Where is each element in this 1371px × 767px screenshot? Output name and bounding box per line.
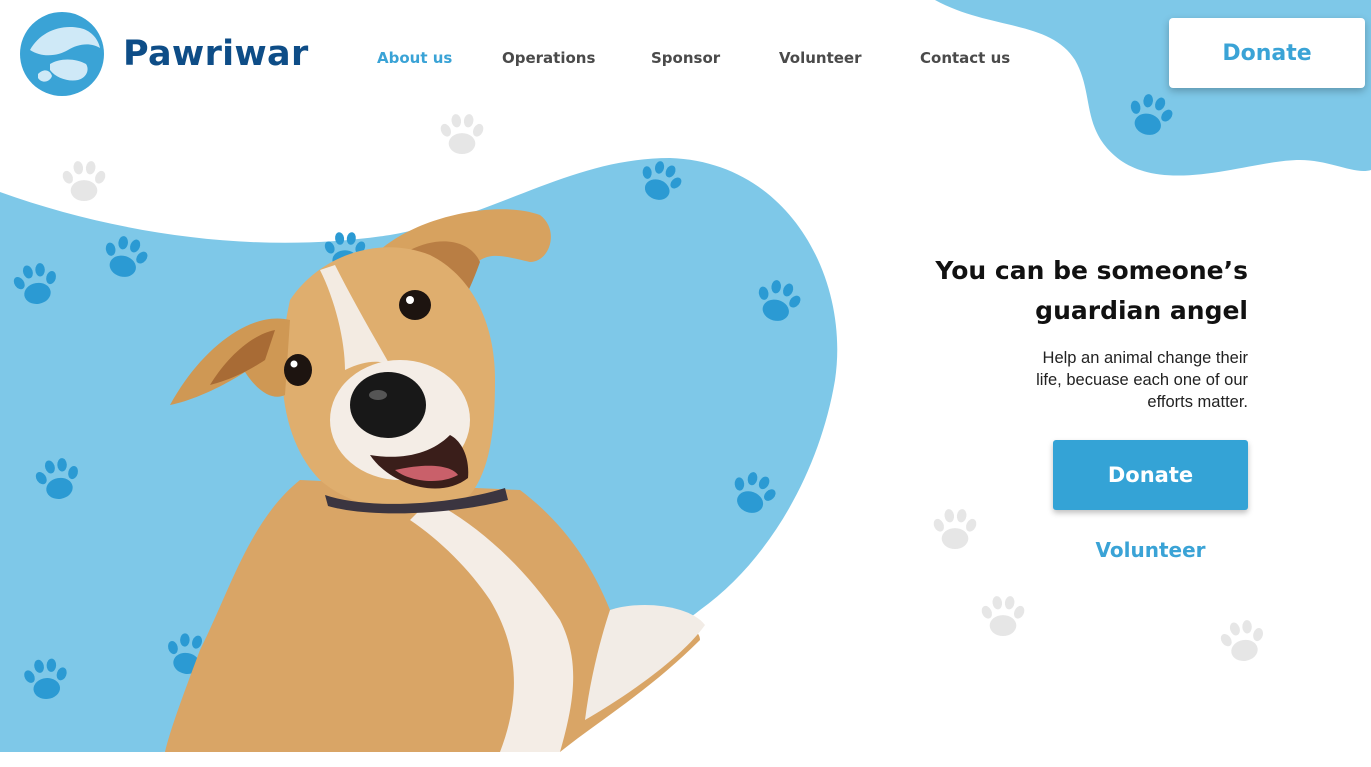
nav-contact-us[interactable]: Contact us [920, 49, 1010, 67]
nav-operations[interactable]: Operations [502, 49, 595, 67]
page: Pawriwar About us Operations Sponsor Vol… [0, 0, 1371, 767]
brand-name[interactable]: Pawriwar [123, 34, 309, 74]
hero-subtext-line3: efforts matter. [1147, 393, 1248, 411]
hero-headline-line2: guardian angel [1035, 296, 1248, 325]
hero-donate-button[interactable]: Donate [1053, 440, 1248, 510]
header-donate-button[interactable]: Donate [1169, 18, 1365, 88]
nav-sponsor[interactable]: Sponsor [651, 49, 720, 67]
nav-volunteer[interactable]: Volunteer [779, 49, 862, 67]
hero-volunteer-link[interactable]: Volunteer [1053, 538, 1248, 562]
hero-subtext-line2: life, becuase each one of our [1036, 371, 1248, 389]
hero-subtext-line1: Help an animal change their [1042, 349, 1248, 367]
hero-headline: You can be someone’s guardian angel [908, 251, 1248, 331]
hero-headline-line1: You can be someone’s [935, 256, 1248, 285]
hero-subtext: Help an animal change their life, becuas… [998, 347, 1248, 413]
animals-silhouette-logo-icon[interactable] [20, 12, 104, 96]
nav-about-us[interactable]: About us [377, 49, 452, 67]
